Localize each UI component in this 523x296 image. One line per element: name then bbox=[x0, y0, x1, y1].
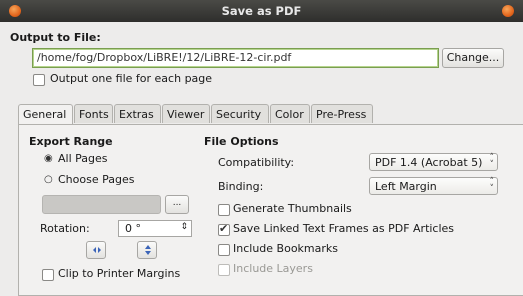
rotation-spinbox[interactable]: 0 ° ⇕ bbox=[118, 220, 192, 237]
save-linked-frames-checkbox[interactable] bbox=[218, 222, 230, 236]
tab-general[interactable]: General bbox=[18, 104, 73, 125]
save-linked-frames-label: Save Linked Text Frames as PDF Articles bbox=[233, 222, 455, 235]
maximize-window-icon[interactable] bbox=[502, 5, 514, 17]
tab-fonts[interactable]: Fonts bbox=[74, 104, 113, 123]
choose-pages-button-label: ... bbox=[172, 198, 182, 208]
generate-thumbnails-checkbox[interactable] bbox=[218, 204, 230, 216]
all-pages-label: All Pages bbox=[58, 152, 108, 165]
pages-field[interactable] bbox=[42, 195, 161, 214]
compatibility-select[interactable]: PDF 1.4 (Acrobat 5) ˄ ˅ bbox=[369, 153, 498, 171]
rotation-value: 0 ° bbox=[125, 222, 141, 235]
change-button[interactable]: Change... bbox=[442, 48, 504, 68]
clip-margins-checkbox[interactable] bbox=[42, 269, 54, 281]
choose-pages-radio[interactable]: ○ bbox=[44, 174, 53, 185]
tab-extras[interactable]: Extras bbox=[114, 104, 161, 123]
flip-vertical-button[interactable] bbox=[137, 241, 157, 259]
tab-color[interactable]: Color bbox=[270, 104, 310, 123]
output-path-value: /home/fog/Dropbox/LiBRE!/12/LiBRE-12-cir… bbox=[37, 51, 292, 64]
export-range-heading: Export Range bbox=[29, 135, 113, 148]
generate-thumbnails-label: Generate Thumbnails bbox=[233, 202, 352, 215]
spin-arrows-icon[interactable]: ⇕ bbox=[180, 222, 188, 232]
tab-viewer[interactable]: Viewer bbox=[162, 104, 210, 123]
rotation-label: Rotation: bbox=[40, 222, 90, 235]
binding-value: Left Margin bbox=[375, 180, 437, 193]
one-file-per-page-checkbox[interactable] bbox=[33, 74, 45, 86]
compatibility-label: Compatibility: bbox=[218, 156, 295, 169]
compatibility-value: PDF 1.4 (Acrobat 5) bbox=[375, 156, 483, 169]
include-layers-label: Include Layers bbox=[233, 262, 313, 275]
file-options-heading: File Options bbox=[204, 135, 279, 148]
change-button-label: Change... bbox=[446, 51, 500, 64]
binding-select[interactable]: Left Margin ˄ ˅ bbox=[369, 177, 498, 195]
flip-horizontal-button[interactable] bbox=[86, 241, 106, 259]
choose-pages-label: Choose Pages bbox=[58, 173, 135, 186]
clip-margins-label: Clip to Printer Margins bbox=[58, 267, 181, 280]
include-bookmarks-checkbox[interactable] bbox=[218, 244, 230, 256]
one-file-per-page-label: Output one file for each page bbox=[50, 72, 213, 85]
include-layers-checkbox[interactable] bbox=[218, 264, 230, 276]
tab-pre-press[interactable]: Pre-Press bbox=[311, 104, 373, 123]
window-title: Save as PDF bbox=[221, 4, 302, 18]
all-pages-radio[interactable]: ◉ bbox=[44, 153, 53, 164]
choose-pages-button[interactable]: ... bbox=[165, 195, 189, 214]
output-heading: Output to File: bbox=[10, 31, 101, 44]
select-arrows-icon: ˄ ˅ bbox=[489, 177, 495, 194]
select-arrows-icon: ˄ ˅ bbox=[489, 153, 495, 170]
output-path-input[interactable]: /home/fog/Dropbox/LiBRE!/12/LiBRE-12-cir… bbox=[32, 48, 439, 68]
flip-horizontal-icon bbox=[93, 247, 101, 253]
include-bookmarks-label: Include Bookmarks bbox=[233, 242, 338, 255]
flip-vertical-icon bbox=[145, 245, 151, 255]
binding-label: Binding: bbox=[218, 180, 264, 193]
title-bar: Save as PDF bbox=[0, 0, 523, 22]
tab-security[interactable]: Security bbox=[211, 104, 269, 123]
